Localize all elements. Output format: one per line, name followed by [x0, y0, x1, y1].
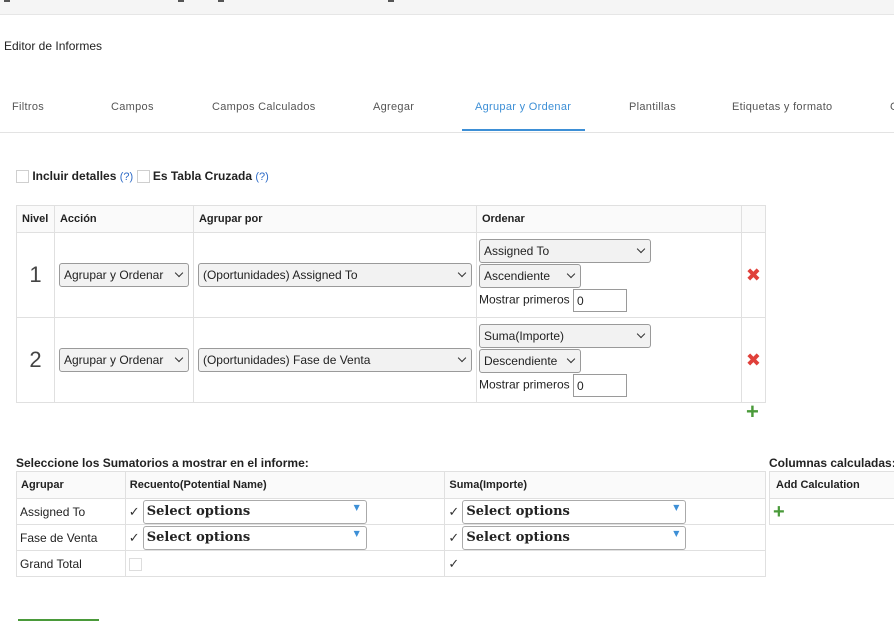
header-order: Ordenar [475, 205, 742, 233]
action-select[interactable]: Agrupar y Ordenar [58, 263, 189, 287]
caret-down-icon: ▼ [673, 501, 680, 512]
chevron-down-icon [457, 268, 467, 278]
table-row: Grand Total ✓ [16, 550, 766, 577]
options-row: Incluir detalles (?) Es Tabla Cruzada (?… [16, 169, 269, 184]
chevron-down-icon [636, 329, 646, 338]
grouping-row: 1 Agrupar y Ordenar (Oportunidades) Assi… [16, 232, 767, 318]
crosstab-label: Es Tabla Cruzada [152, 169, 252, 183]
row-label: Grand Total [16, 550, 126, 577]
header-sum: Suma(Importe) [444, 471, 766, 499]
tab-campos-calculados[interactable]: Campos Calculados [212, 101, 316, 113]
show-first-label: Mostrar primeros [478, 377, 570, 392]
include-details-checkbox[interactable] [16, 170, 29, 184]
calculated-columns-label: Columnas calculadas: [769, 456, 894, 470]
caret-down-icon: ▼ [353, 527, 360, 538]
add-calculation-button[interactable]: + [773, 501, 785, 523]
level-number: 2 [16, 317, 55, 403]
group-by-select[interactable]: (Oportunidades) Fase de Venta [197, 348, 472, 372]
plus-icon[interactable]: + [746, 399, 759, 424]
order-field-select[interactable]: Assigned To [478, 238, 651, 263]
calculated-columns-table: Add Calculation + [769, 471, 894, 525]
tab-agregar[interactable]: Agregar [373, 101, 414, 113]
sum-options-select[interactable]: Select options ▼ [462, 499, 687, 524]
tab-more[interactable]: C [890, 101, 894, 113]
chevron-down-icon [636, 244, 646, 253]
table-row: Assigned To ✓ Select options ▼ ✓ Select opt… [16, 498, 766, 525]
delete-row-button[interactable]: ✖ [740, 232, 767, 318]
check-icon[interactable]: ✓ [129, 504, 143, 520]
tab-agrupar-ordenar[interactable]: Agrupar y Ordenar [475, 101, 571, 113]
delete-row-button[interactable]: ✖ [740, 317, 767, 403]
level-number: 1 [16, 232, 55, 318]
include-details-help-icon[interactable]: (?) [120, 171, 133, 183]
tab-etiquetas-formato[interactable]: Etiquetas y formato [732, 101, 832, 113]
chevron-down-icon [174, 353, 184, 363]
close-icon[interactable]: ✖ [746, 350, 761, 370]
show-first-input[interactable]: 0 [573, 373, 627, 397]
chevron-down-icon [566, 354, 576, 363]
header-level: Nivel [16, 205, 55, 233]
tab-filtros[interactable]: Filtros [12, 101, 44, 113]
show-first-label: Mostrar primeros [478, 292, 570, 307]
show-first-input[interactable]: 0 [573, 288, 627, 312]
check-icon[interactable]: ✓ [448, 556, 462, 572]
crosstab-checkbox[interactable] [136, 170, 150, 184]
top-bar [0, 0, 894, 15]
order-direction-select[interactable]: Ascendiente [478, 263, 581, 288]
group-by-select[interactable]: (Oportunidades) Assigned To [197, 263, 472, 287]
summaries-label: Seleccione los Sumatorios a mostrar en e… [16, 456, 309, 470]
header-count: Recuento(Potential Name) [124, 471, 446, 499]
count-options-select[interactable]: Select options ▼ [142, 525, 367, 550]
caret-down-icon: ▼ [353, 501, 360, 512]
close-icon[interactable]: ✖ [746, 265, 761, 285]
header-group: Agrupar [16, 471, 126, 499]
page-title: Editor de Informes [4, 39, 103, 53]
action-select[interactable]: Agrupar y Ordenar [58, 348, 189, 372]
table-row: Fase de Venta ✓ Select options ▼ ✓ Select o… [16, 524, 766, 551]
order-field-select[interactable]: Suma(Importe) [478, 323, 651, 348]
summaries-table: Agrupar Recuento(Potential Name) Suma(Im… [16, 471, 766, 577]
header-action: Acción [53, 205, 194, 233]
crosstab-help-icon[interactable]: (?) [255, 171, 268, 183]
check-icon[interactable]: ✓ [129, 530, 143, 546]
count-options-select[interactable]: Select options ▼ [142, 499, 367, 524]
tab-campos[interactable]: Campos [111, 101, 154, 113]
grand-total-count-checkbox[interactable] [128, 557, 142, 571]
sum-options-select[interactable]: Select options ▼ [462, 525, 687, 550]
grouping-row: 2 Agrupar y Ordenar (Oportunidades) Fase… [16, 317, 767, 403]
add-calculation-header: Add Calculation [769, 471, 894, 499]
chevron-down-icon [174, 268, 184, 278]
row-label: Fase de Venta [16, 524, 126, 551]
chevron-down-icon [457, 353, 467, 363]
check-icon[interactable]: ✓ [448, 530, 462, 546]
caret-down-icon: ▼ [673, 527, 680, 538]
tab-bar: Filtros Campos Campos Calculados Agregar… [0, 92, 894, 133]
check-icon[interactable]: ✓ [448, 504, 462, 520]
header-group-by: Agrupar por [192, 205, 477, 233]
grouping-table: Nivel Acción Agrupar por Ordenar 1 Agrup… [16, 205, 767, 403]
include-details-label: Incluir detalles [32, 169, 117, 183]
add-group-button[interactable]: + [746, 399, 759, 424]
order-direction-select[interactable]: Descendiente [478, 348, 581, 373]
active-tab-indicator [462, 129, 585, 131]
row-label: Assigned To [16, 498, 126, 525]
tab-plantillas[interactable]: Plantillas [629, 101, 676, 113]
plus-icon[interactable]: + [773, 501, 785, 523]
chevron-down-icon [566, 269, 576, 278]
